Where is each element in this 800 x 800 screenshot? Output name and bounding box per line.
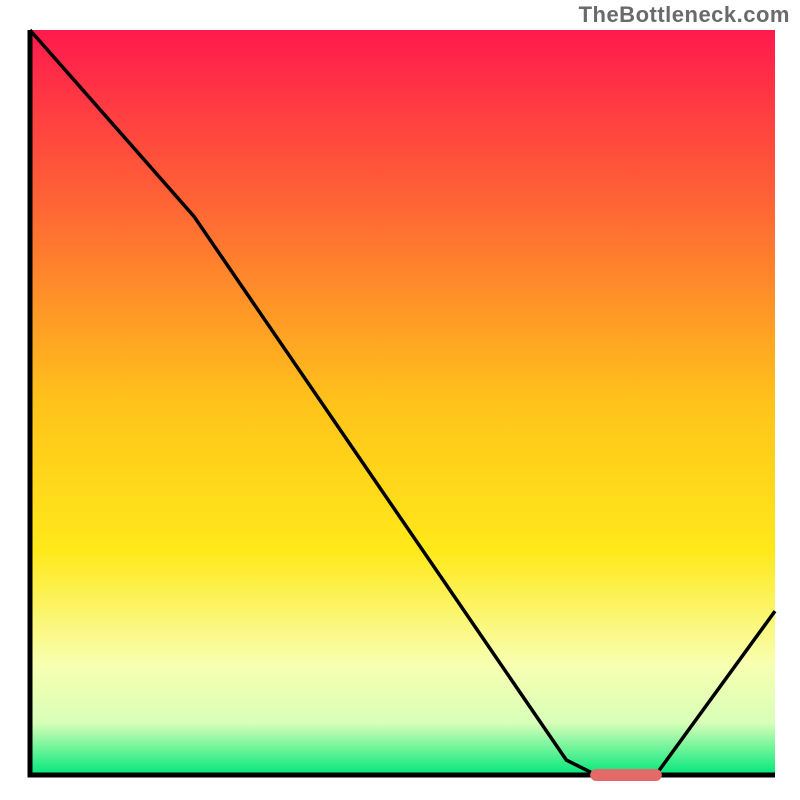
bottleneck-chart [0,0,800,800]
plot-background [30,30,775,775]
attribution-label: TheBottleneck.com [579,2,790,28]
chart-container: TheBottleneck.com [0,0,800,800]
